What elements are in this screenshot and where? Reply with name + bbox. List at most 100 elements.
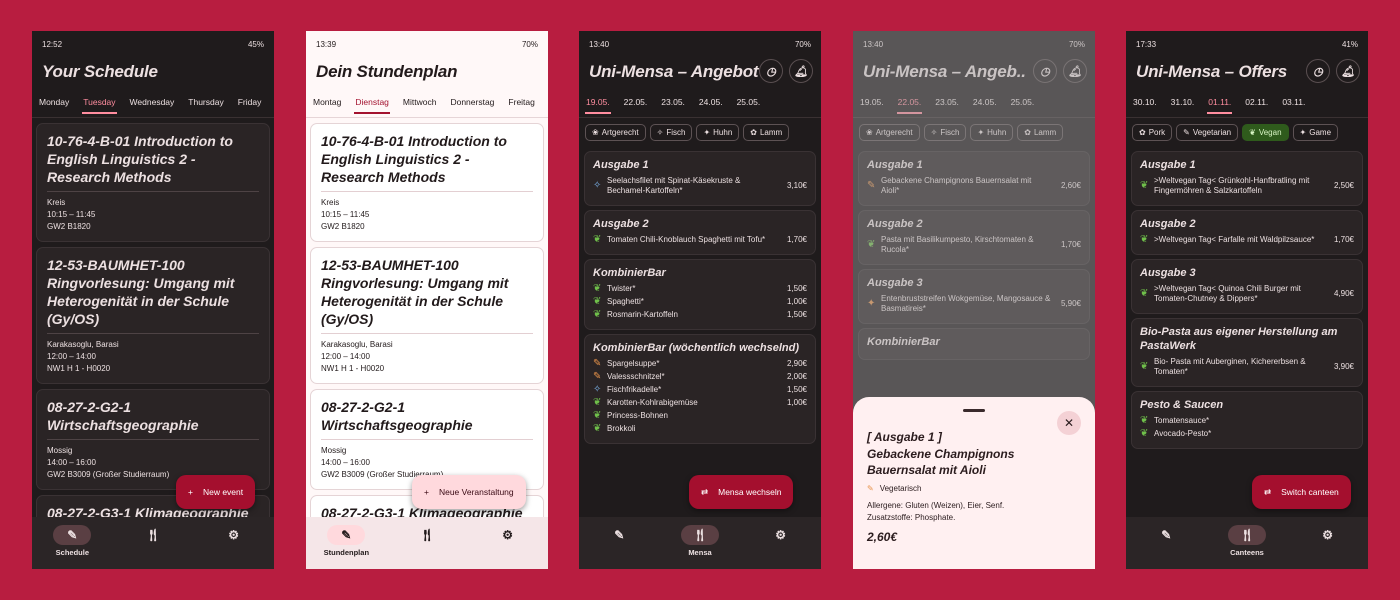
divider [321, 191, 533, 192]
nav-canteen[interactable]: 🍴︎ Canteens [1212, 525, 1282, 557]
swap-icon: ⇄ [701, 486, 709, 497]
bell-icon[interactable]: 🔔︎ [1336, 59, 1360, 83]
dish-row[interactable]: ❦ >Weltvegan Tag< Grünkohl-Hanfbratling m… [1140, 176, 1354, 196]
new-event-button[interactable]: + Neue Veranstaltung [412, 475, 526, 509]
cutlery-icon: 🍴︎ [1227, 525, 1266, 545]
dish-row[interactable]: ✧ Fischfrikadelle* 1,50€ [593, 385, 807, 395]
tab-date[interactable]: 02.11. [1238, 87, 1275, 117]
chip-lamm[interactable]: ✿ Lamm [743, 124, 790, 141]
tab-tuesday[interactable]: Tuesday [76, 87, 122, 117]
nav-canteen[interactable]: 🍴︎ Mensa [665, 525, 735, 557]
close-icon[interactable]: ✕ [1057, 411, 1081, 435]
chip-pork[interactable]: ✿ Pork [1132, 124, 1173, 141]
nav-settings[interactable]: ⚙ [746, 525, 816, 548]
page-title: Uni-Mensa – Angebot ◷ 🔔︎ [579, 57, 821, 87]
status-bar: 13:40 70% [579, 31, 821, 57]
leaf-icon: ❦ [1140, 234, 1149, 245]
dish-row[interactable]: ❦ Rosmarin-Kartoffeln 1,50€ [593, 310, 807, 320]
allergen-values: Gluten (Weizen), Eier, Senf. [905, 501, 1005, 510]
carrot-icon: ✎ [1183, 128, 1190, 137]
nav-canteen[interactable]: 🍴︎ [392, 525, 462, 548]
tab-date[interactable]: 01.11. [1201, 87, 1238, 117]
tab-date[interactable]: 25.05. [730, 87, 768, 117]
dish-row[interactable]: ❦ Karotten-Kohlrabigemüse 1,00€ [593, 398, 807, 408]
dish-row[interactable]: ✧ Seelachsfilet mit Spinat-Käsekruste & B… [593, 176, 807, 196]
event-card[interactable]: 10-76-4-B-01 Introduction to English Lin… [36, 123, 270, 242]
tab-date[interactable]: 24.05. [692, 87, 730, 117]
tab-thursday[interactable]: Thursday [181, 87, 230, 117]
dish-row[interactable]: ❦ Bio- Pasta mit Auberginen, Kichererbsen… [1140, 357, 1354, 377]
fish-icon: ✧ [593, 180, 602, 191]
nav-canteen[interactable]: 🍴︎ [118, 525, 188, 548]
event-lecturer: Karakasoglu, Barasi [321, 340, 393, 349]
filter-chips: ✿ Pork ✎ Vegetarian ❦ Vegan ✦ Game [1126, 118, 1368, 147]
dish-row[interactable]: ✎ Spargelsuppe* 2,90€ [593, 359, 807, 369]
dish-name: >Weltvegan Tag< Quinoa Chili Burger mit … [1154, 284, 1301, 303]
chip-label: Vegan [1258, 128, 1282, 137]
chip-vegetarian[interactable]: ✎ Vegetarian [1176, 124, 1239, 141]
dish-row[interactable]: ✎ Valessschnitzel* 2,00€ [593, 372, 807, 382]
event-card[interactable]: 12-53-BAUMHET-100 Ringvorlesung: Umgang … [310, 247, 544, 384]
chip-vegan[interactable]: ❦ Vegan [1242, 124, 1289, 141]
tab-montag[interactable]: Montag [306, 87, 348, 117]
event-title: 08-27-2-G2-1 Wirtschaftsgeographie [321, 399, 473, 433]
tab-mittwoch[interactable]: Mittwoch [396, 87, 444, 117]
tab-date[interactable]: 23.05. [654, 87, 692, 117]
tab-dienstag[interactable]: Dienstag [348, 87, 396, 117]
tab-friday[interactable]: Friday [231, 87, 269, 117]
event-title: 12-53-BAUMHET-100 Ringvorlesung: Umgang … [321, 257, 509, 327]
event-lecturer: Karakasoglu, Barasi [47, 340, 119, 349]
dish-row[interactable]: ❦ Brokkoli [593, 424, 807, 434]
new-event-button[interactable]: + New event [176, 475, 256, 509]
page-title: Uni-Mensa – Offers ◷ 🔔︎ [1126, 57, 1368, 87]
switch-canteen-button[interactable]: ⇄ Switch canteen [1252, 475, 1351, 509]
event-lecturer: Mossig [47, 446, 73, 455]
dish-row[interactable]: ❦ Avocado-Pesto* [1140, 429, 1354, 439]
history-icon[interactable]: ◷ [1306, 59, 1330, 83]
tab-date[interactable]: 19.05. [579, 87, 617, 117]
chip-huhn[interactable]: ✦ Huhn [696, 124, 740, 141]
nav-schedule[interactable]: ✎ [584, 525, 654, 548]
dish-row[interactable]: ❦ Tomaten Chili-Knoblauch Spaghetti mit T… [593, 235, 807, 245]
event-lecturer: Kreis [321, 198, 340, 207]
dish-name: Avocado-Pesto* [1154, 429, 1212, 438]
nav-label: Canteens [1230, 548, 1264, 557]
nav-schedule[interactable]: ✎ Schedule [37, 525, 107, 557]
divider [32, 117, 274, 118]
tab-date[interactable]: 03.11. [1275, 87, 1312, 117]
tab-donnerstag[interactable]: Donnerstag [443, 87, 501, 117]
chip-game[interactable]: ✦ Game [1292, 124, 1339, 141]
tab-freitag[interactable]: Freitag [501, 87, 541, 117]
tab-date[interactable]: 22.05. [617, 87, 655, 117]
status-battery: 41% [1341, 39, 1358, 49]
chip-label: Vegetarian [1192, 128, 1232, 137]
chip-label: Pork [1148, 128, 1166, 137]
dish-name: Spargelsuppe* [607, 359, 660, 368]
bell-icon[interactable]: 🔔︎ [789, 59, 813, 83]
event-card[interactable]: 12-53-BAUMHET-100 Ringvorlesung: Umgang … [36, 247, 270, 384]
swap-icon: ⇄ [1264, 486, 1272, 497]
dish-row[interactable]: ❦ >Weltvegan Tag< Farfalle mit Waldpilzsa… [1140, 235, 1354, 245]
nav-settings[interactable]: ⚙ [199, 525, 269, 548]
nav-settings[interactable]: ⚙ [1293, 525, 1363, 548]
chip-artgerecht[interactable]: ❀ Artgerecht [585, 124, 646, 141]
switch-mensa-button[interactable]: ⇄ Mensa wechseln [689, 475, 794, 509]
tab-date[interactable]: 31.10. [1164, 87, 1202, 117]
dish-row[interactable]: ❦ >Weltvegan Tag< Quinoa Chili Burger mit… [1140, 284, 1354, 304]
chip-fisch[interactable]: ✧ Fisch [649, 124, 693, 141]
tab-wednesday[interactable]: Wednesday [123, 87, 182, 117]
status-time: 13:40 [589, 39, 610, 49]
dish-row[interactable]: ❦ Twister* 1,50€ [593, 284, 807, 294]
dish-row[interactable]: ❦ Tomatensauce* [1140, 416, 1354, 426]
tab-date[interactable]: 30.10. [1126, 87, 1164, 117]
nav-schedule[interactable]: ✎ [1131, 525, 1201, 548]
history-icon[interactable]: ◷ [759, 59, 783, 83]
dish-row[interactable]: ❦ Spaghetti* 1,00€ [593, 297, 807, 307]
dish-row[interactable]: ❦ Princess-Bohnen [593, 411, 807, 421]
page-title: Dein Stundenplan [316, 62, 458, 81]
drag-handle[interactable] [963, 409, 985, 412]
event-card[interactable]: 10-76-4-B-01 Introduction to English Lin… [310, 123, 544, 242]
nav-schedule[interactable]: ✎ Stundenplan [311, 525, 381, 557]
tab-monday[interactable]: Monday [32, 87, 76, 117]
nav-settings[interactable]: ⚙ [473, 525, 543, 548]
